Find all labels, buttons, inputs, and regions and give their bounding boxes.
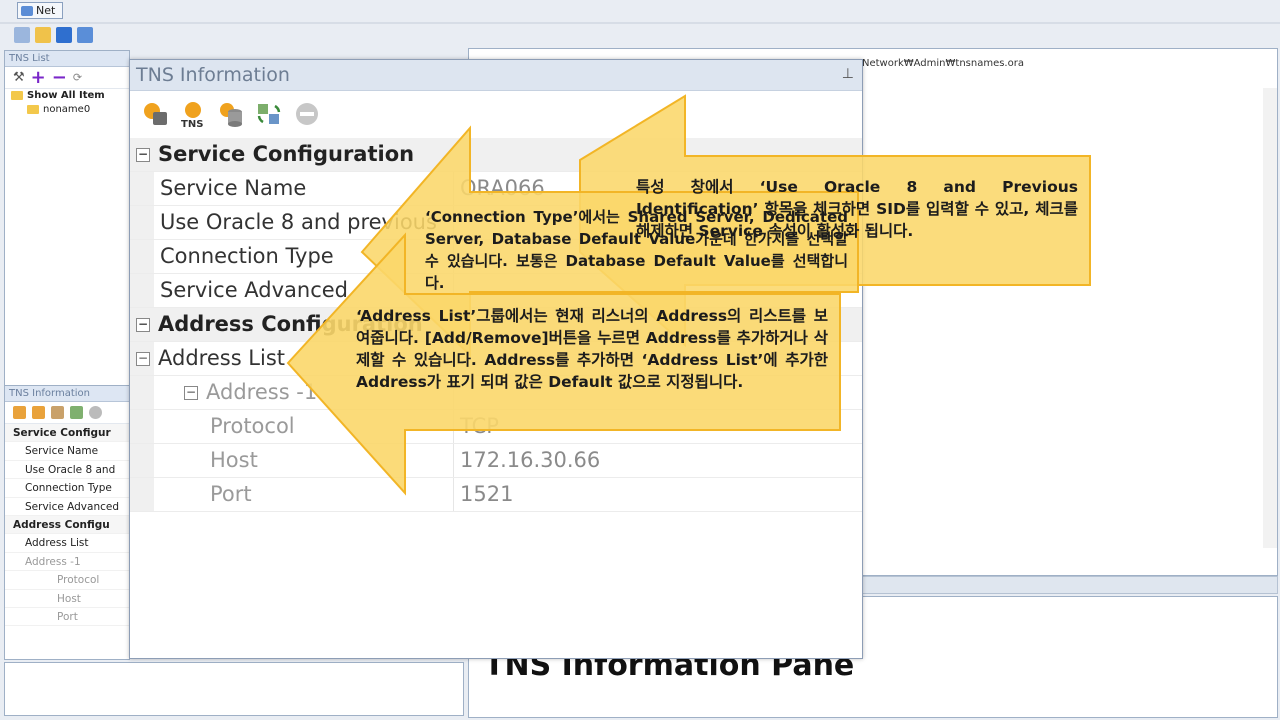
callout-text-bottom: ‘Address List’그룹에서는 현재 리스너의 Address의 리스트… — [356, 307, 828, 391]
tns-gear-icon[interactable] — [32, 406, 45, 419]
open-folder-icon[interactable] — [35, 27, 51, 43]
protocol-value[interactable]: TCP — [454, 410, 862, 443]
collapse-icon[interactable]: − — [136, 352, 150, 366]
host-value[interactable]: 172.16.30.66 — [454, 444, 862, 477]
service-gear-icon[interactable] — [140, 99, 170, 129]
port-value[interactable]: 1521 — [454, 478, 862, 511]
vertical-scrollbar[interactable] — [1263, 88, 1277, 548]
mini-info-title: TNS Information — [5, 386, 129, 402]
tree-root[interactable]: Show All Item — [5, 89, 129, 103]
pin-icon[interactable]: ⊥ — [842, 66, 854, 82]
tree-item[interactable]: noname0 — [5, 103, 129, 117]
add-icon[interactable]: + — [31, 67, 46, 88]
left-bottom-pane — [4, 662, 464, 716]
remove-icon[interactable]: − — [52, 67, 67, 88]
stop-icon[interactable] — [89, 406, 102, 419]
collapse-icon[interactable]: − — [136, 318, 150, 332]
mini-property-8[interactable]: Protocol — [5, 571, 129, 590]
save-all-icon[interactable] — [77, 27, 93, 43]
collapse-icon[interactable]: − — [184, 386, 198, 400]
mini-property-2[interactable]: Use Oracle 8 and — [5, 461, 129, 480]
mini-property-0[interactable]: Service Configur — [5, 424, 129, 443]
network-icon — [21, 5, 33, 16]
property-protocol[interactable]: Protocol TCP — [130, 410, 862, 444]
tns-list-toolbar: ⚒ + − ⟳ — [5, 67, 129, 89]
collapse-icon[interactable]: − — [136, 148, 150, 162]
tns-gear-icon[interactable]: TNS — [178, 99, 208, 129]
database-icon[interactable] — [51, 406, 64, 419]
folder-open-icon — [27, 104, 39, 114]
property-port[interactable]: Port 1521 — [130, 478, 862, 512]
mini-property-list: Service Configur Service Name Use Oracle 8… — [5, 424, 129, 627]
tns-list-title: TNS List — [5, 51, 129, 67]
mini-property-7[interactable]: Address -1 — [5, 553, 129, 572]
svg-text:TNS: TNS — [181, 119, 203, 128]
gear-icon[interactable] — [13, 406, 26, 419]
file-path: Network₩Admin₩tnsnames.ora — [862, 58, 1024, 69]
category-service-configuration[interactable]: − Service Configuration — [130, 138, 862, 172]
database-gear-icon[interactable] — [216, 99, 246, 129]
dialog-title: TNS Information — [130, 60, 862, 91]
sync-icon[interactable] — [70, 406, 83, 419]
mini-property-9[interactable]: Host — [5, 590, 129, 608]
dialog-toolbar: TNS — [130, 91, 862, 137]
refresh-icon[interactable]: ⟳ — [73, 71, 82, 84]
magic-wand-icon[interactable]: ⚒ — [13, 70, 25, 85]
sync-icon[interactable] — [254, 99, 284, 129]
property-host[interactable]: Host 172.16.30.66 — [130, 444, 862, 478]
save-icon[interactable] — [56, 27, 72, 43]
mini-tns-info-panel: TNS Information Service Configur Service … — [4, 385, 130, 660]
callout-text-middle: ‘Connection Type’에서는 Shared Server, Dedi… — [425, 208, 848, 292]
net-tab-label: Net — [36, 4, 56, 17]
mini-info-toolbar — [5, 402, 129, 424]
remove-circle-icon[interactable] — [292, 99, 322, 129]
folder-icon — [11, 90, 23, 100]
mini-property-3[interactable]: Connection Type — [5, 479, 129, 498]
main-toolbar — [14, 25, 93, 45]
mini-property-4[interactable]: Service Advanced — [5, 498, 129, 516]
mini-property-10[interactable]: Port — [5, 608, 129, 627]
menu-strip — [0, 22, 1280, 24]
connect-icon[interactable] — [14, 27, 30, 43]
mini-property-1[interactable]: Service Name — [5, 442, 129, 461]
editor-content — [862, 88, 1258, 548]
net-tab[interactable]: Net — [17, 2, 63, 19]
mini-property-5[interactable]: Address Configu — [5, 515, 129, 535]
mini-property-6[interactable]: Address List — [5, 534, 129, 553]
